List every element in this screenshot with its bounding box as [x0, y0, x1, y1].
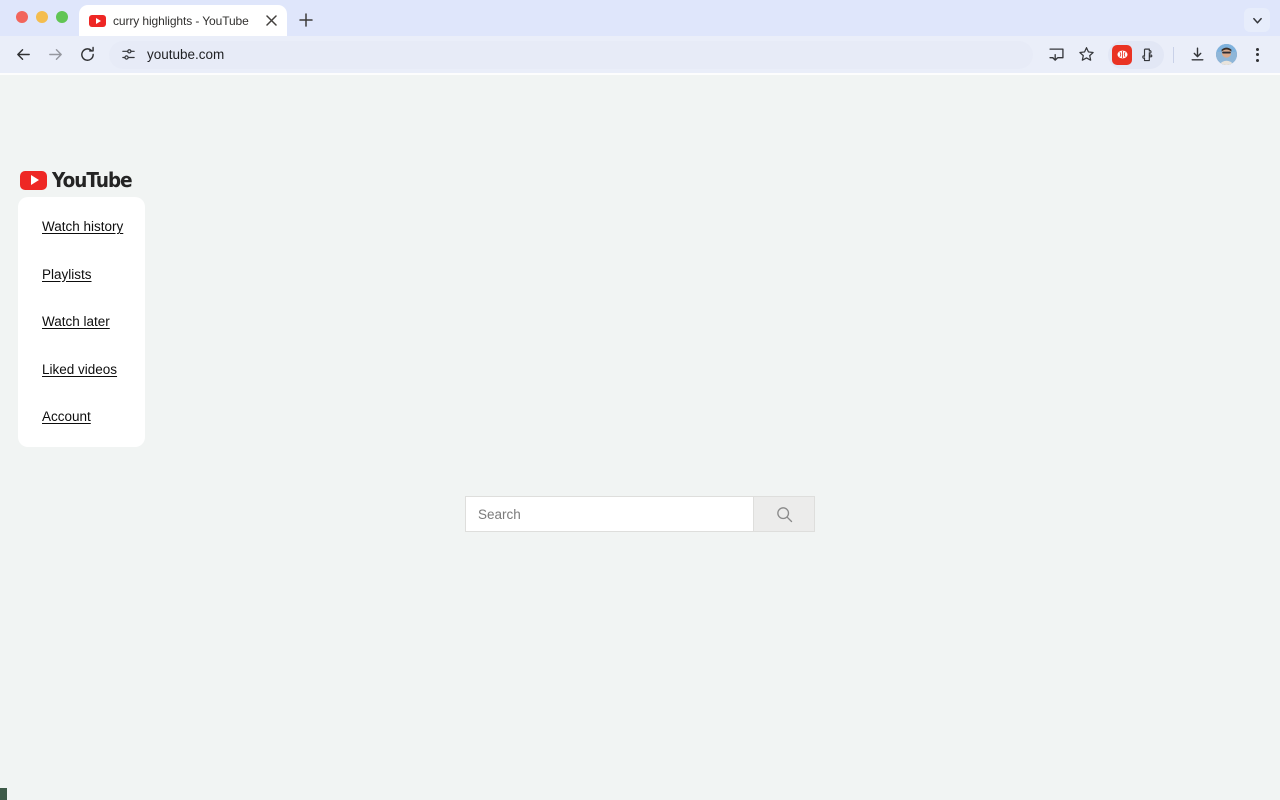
- back-button[interactable]: [8, 40, 38, 70]
- close-tab-button[interactable]: [263, 13, 279, 29]
- star-icon: [1078, 47, 1094, 61]
- maximize-window-button[interactable]: [56, 11, 68, 23]
- forward-arrow-icon: [48, 49, 62, 60]
- window-controls: [16, 11, 68, 23]
- youtube-wordmark: YouTube: [52, 168, 133, 192]
- menu-item-liked-videos[interactable]: Liked videos: [18, 362, 145, 377]
- red-extension-icon[interactable]: [1112, 44, 1132, 65]
- url-text: youtube.com: [147, 47, 225, 62]
- tab-search-button[interactable]: [1244, 8, 1270, 32]
- menu-item-playlists[interactable]: Playlists: [18, 267, 145, 282]
- profile-avatar[interactable]: [1216, 44, 1237, 65]
- youtube-favicon-icon: [89, 14, 106, 27]
- downloads-button[interactable]: [1183, 41, 1211, 69]
- tab-strip: curry highlights - YouTube: [0, 0, 1280, 36]
- install-app-button[interactable]: [1042, 41, 1070, 69]
- forward-button[interactable]: [40, 40, 70, 70]
- address-bar[interactable]: youtube.com: [109, 40, 1033, 69]
- puzzle-piece-icon: [1142, 48, 1153, 61]
- site-settings-icon[interactable]: [121, 47, 136, 62]
- browser-tab[interactable]: curry highlights - YouTube: [79, 5, 287, 36]
- search-button[interactable]: [753, 496, 815, 532]
- browser-window: curry highlights - YouTube youtube.com Y…: [0, 0, 1280, 800]
- menu-item-account[interactable]: Account: [18, 409, 145, 424]
- extensions-button[interactable]: [1134, 42, 1160, 68]
- reload-button[interactable]: [72, 40, 102, 70]
- menu-item-watch-history[interactable]: Watch history: [18, 219, 145, 234]
- chevron-down-icon: [1252, 17, 1262, 24]
- youtube-logo[interactable]: YouTube: [20, 168, 139, 192]
- extensions-pill: [1108, 40, 1164, 69]
- search-icon: [776, 506, 792, 522]
- close-window-button[interactable]: [16, 11, 28, 23]
- download-icon: [1191, 47, 1203, 61]
- browser-menu-button[interactable]: [1244, 41, 1270, 69]
- back-arrow-icon: [16, 49, 30, 60]
- minimize-window-button[interactable]: [36, 11, 48, 23]
- search-input[interactable]: [465, 496, 753, 532]
- menu-item-watch-later[interactable]: Watch later: [18, 314, 145, 329]
- new-tab-button[interactable]: [296, 10, 316, 30]
- browser-toolbar: youtube.com: [0, 36, 1280, 75]
- navigation-menu-card: Watch history Playlists Watch later Like…: [18, 197, 145, 447]
- search-bar: [465, 496, 815, 532]
- page-content: YouTube Watch history Playlists Watch la…: [0, 75, 1280, 800]
- corner-artifact: [0, 788, 7, 800]
- install-app-icon: [1048, 48, 1064, 61]
- toolbar-separator: [1173, 46, 1174, 63]
- reload-icon: [80, 46, 94, 61]
- youtube-play-mark-icon: [20, 170, 47, 190]
- bookmark-button[interactable]: [1072, 41, 1100, 69]
- tab-title: curry highlights - YouTube: [113, 13, 249, 28]
